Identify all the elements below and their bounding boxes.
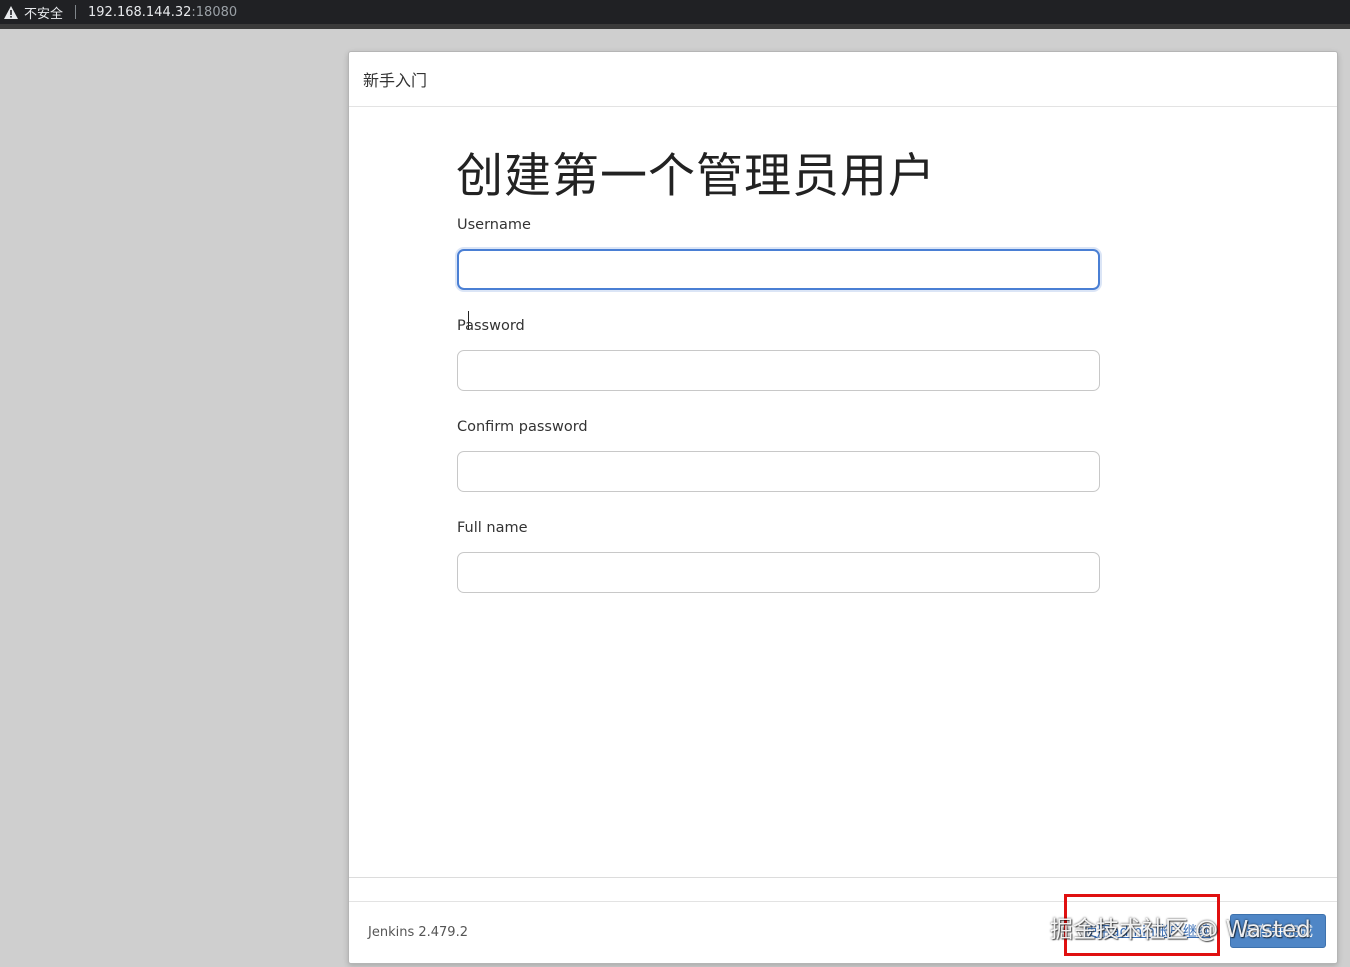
username-input[interactable] xyxy=(457,249,1100,290)
dialog-header: 新手入门 xyxy=(349,52,1337,107)
url-host: 192.168.144.32 xyxy=(88,4,192,20)
footer-divider xyxy=(349,901,1337,902)
page-title: 创建第一个管理员用户 xyxy=(456,149,936,204)
url-field[interactable]: 192.168.144.32:18080 xyxy=(88,5,237,20)
username-label: Username xyxy=(457,217,531,233)
browser-bar-edge xyxy=(0,24,1350,29)
confirm-password-label: Confirm password xyxy=(457,419,588,435)
warning-icon[interactable] xyxy=(2,3,20,21)
full-name-input[interactable] xyxy=(457,552,1100,593)
jenkins-version: Jenkins 2.479.2 xyxy=(368,925,468,940)
footer-divider-top xyxy=(349,877,1337,878)
setup-dialog: 新手入门 创建第一个管理员用户 Username Password Confir… xyxy=(348,51,1338,964)
full-name-label: Full name xyxy=(457,520,528,536)
dialog-body: 创建第一个管理员用户 Username Password Confirm pas… xyxy=(349,107,1337,877)
url-port: :18080 xyxy=(191,4,238,20)
password-label: Password xyxy=(457,318,525,334)
save-and-finish-button[interactable]: 保存并完成 xyxy=(1230,914,1326,948)
browser-address-bar: 不安全 192.168.144.32:18080 xyxy=(0,0,1350,24)
insecure-label[interactable]: 不安全 xyxy=(24,3,63,22)
confirm-password-input[interactable] xyxy=(457,451,1100,492)
bar-divider xyxy=(75,5,77,19)
password-input[interactable] xyxy=(457,350,1100,391)
dialog-header-title: 新手入门 xyxy=(363,71,428,90)
skip-and-continue-as-admin-button[interactable]: 使用admin账户继续 xyxy=(1079,914,1215,948)
